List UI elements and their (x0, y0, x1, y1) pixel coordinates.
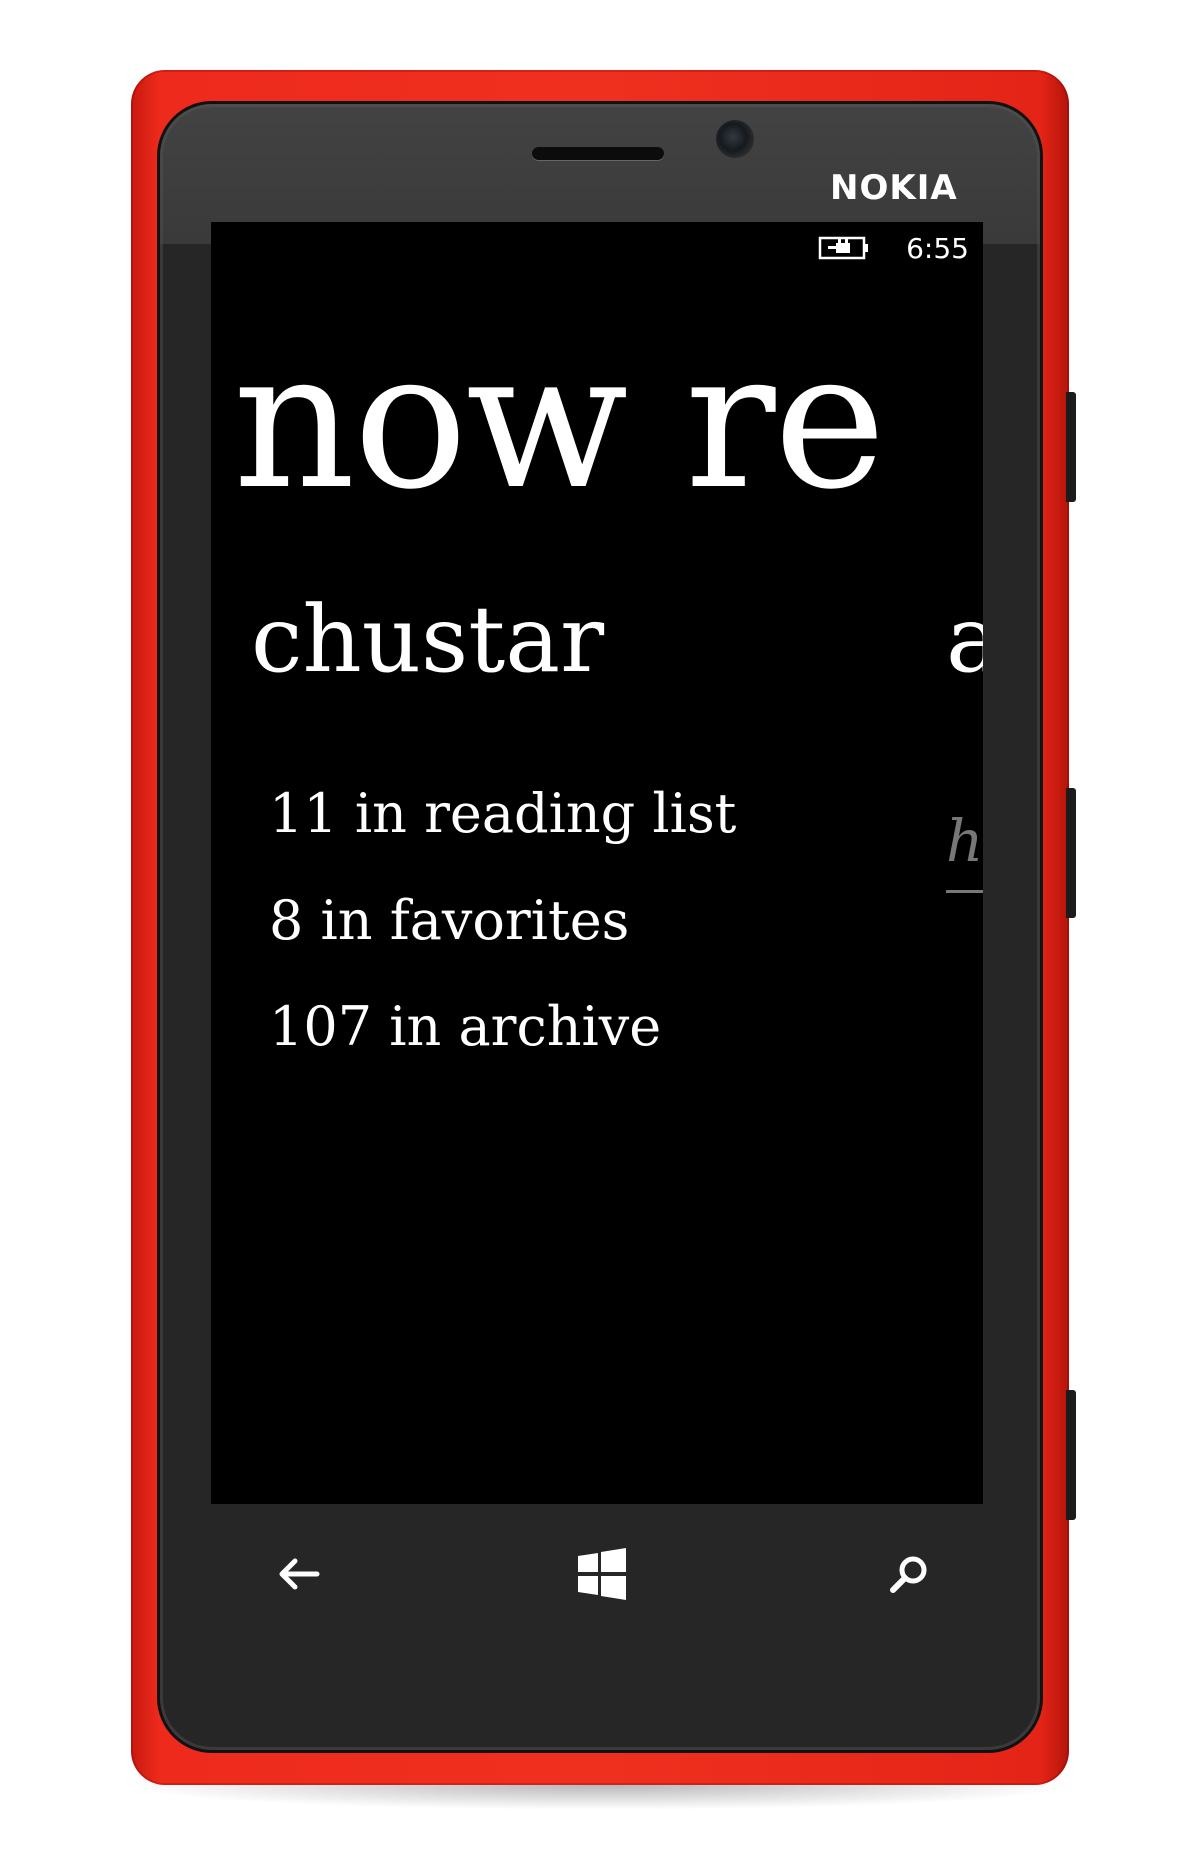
search-button[interactable] (879, 1544, 939, 1604)
section-title: chustar (251, 586, 605, 693)
search-icon (890, 1556, 927, 1593)
panorama-title: now re (233, 310, 886, 531)
start-button[interactable] (567, 1544, 637, 1604)
volume-button[interactable] (1066, 392, 1076, 502)
earpiece-speaker (532, 147, 664, 160)
status-time: 6:55 (906, 231, 969, 265)
stat-favorites[interactable]: 8 in favorites (269, 894, 629, 948)
back-button[interactable] (269, 1544, 329, 1604)
next-section-link-peek[interactable]: h (946, 812, 983, 870)
windows-logo-icon (578, 1548, 626, 1600)
stat-archive[interactable]: 107 in archive (269, 1000, 661, 1054)
status-bar: 6:55 (818, 230, 969, 266)
front-camera (716, 120, 754, 158)
screen: 6:55 now re chustar a 11 in reading list… (211, 222, 983, 1504)
next-section-title-peek[interactable]: a (946, 594, 983, 686)
link-underline (946, 890, 983, 893)
brand-logo: NOKIA (830, 168, 958, 208)
battery-charging-icon (818, 236, 869, 260)
hardware-nav-bar (211, 1504, 983, 1654)
back-arrow-icon (279, 1558, 320, 1590)
stat-reading-list[interactable]: 11 in reading list (269, 787, 736, 841)
power-button[interactable] (1066, 788, 1076, 918)
camera-button[interactable] (1066, 1390, 1076, 1520)
